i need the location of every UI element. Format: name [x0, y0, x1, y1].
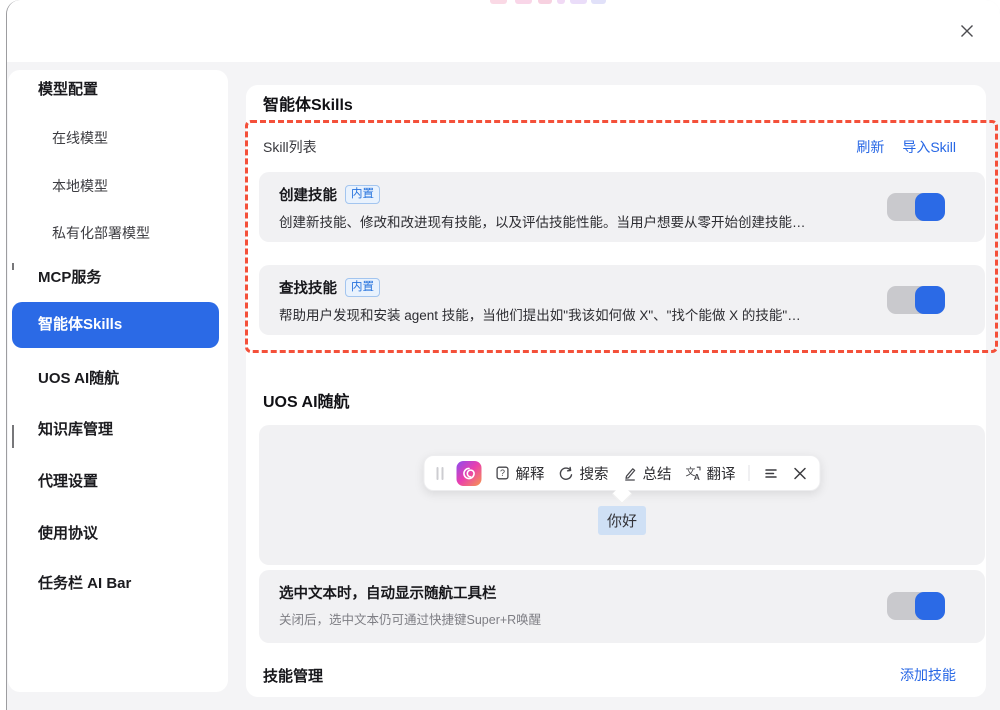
svg-text:A: A: [694, 472, 700, 482]
skill-toggle-find[interactable]: [887, 286, 945, 314]
builtin-badge: 内置: [345, 278, 380, 298]
sidebar-item-taskbar-ai-bar[interactable]: 任务栏 AI Bar: [38, 572, 131, 596]
skill-description: 帮助用户发现和安装 agent 技能，当他们提出如"我该如何做 X"、"找个能做…: [279, 304, 875, 324]
summarize-button[interactable]: 总结: [622, 463, 672, 484]
auto-show-title: 选中文本时，自动显示随航工具栏: [279, 582, 497, 603]
sidebar-item-proxy-settings[interactable]: 代理设置: [38, 470, 98, 494]
skill-toggle-create[interactable]: [887, 193, 945, 221]
sidebar-item-user-agreement[interactable]: 使用协议: [38, 522, 98, 546]
skill-card-find: 查找技能 内置 帮助用户发现和安装 agent 技能，当他们提出如"我该如何做 …: [259, 265, 985, 335]
toggle-thumb: [915, 286, 945, 314]
background-window-edge-mark: [12, 425, 14, 448]
add-skill-link[interactable]: 添加技能: [900, 665, 956, 685]
dialog-titlebar: [7, 0, 1000, 62]
hamburger-menu-icon[interactable]: [763, 465, 780, 482]
sidebar-item-mcp-service[interactable]: MCP服务: [38, 266, 101, 290]
auto-show-toggle[interactable]: [887, 592, 945, 620]
auto-show-subtitle: 关闭后，选中文本仍可通过快捷键Super+R唤醒: [279, 609, 541, 628]
toolbar-divider: [749, 465, 750, 481]
explain-button[interactable]: ? 解释: [495, 463, 545, 484]
companion-preview-card: ? 解释 搜索 总结 文: [259, 425, 985, 565]
translate-icon: 文A: [685, 465, 702, 482]
sidebar-item-uos-ai-companion[interactable]: UOS AI随航: [38, 367, 119, 391]
skill-description: 创建新技能、修改和改进现有技能，以及评估技能性能。当用户想要从零开始创建技能…: [279, 211, 875, 231]
selected-demo-text: 你好: [598, 506, 646, 535]
search-button[interactable]: 搜索: [558, 463, 609, 484]
summarize-pencil-icon: [622, 465, 638, 481]
skill-manage-label: 技能管理: [263, 665, 323, 686]
skill-list-label: Skill列表: [263, 137, 317, 157]
builtin-badge: 内置: [345, 185, 380, 205]
auto-show-toolbar-card: 选中文本时，自动显示随航工具栏 关闭后，选中文本仍可通过快捷键Super+R唤醒: [259, 570, 985, 643]
toolbar-close-icon[interactable]: [793, 466, 808, 481]
sidebar-item-local-models[interactable]: 本地模型: [52, 174, 108, 198]
settings-dialog: 模型配置 在线模型 本地模型 私有化部署模型 MCP服务 智能体Skills U…: [6, 0, 1000, 710]
page-title: 智能体Skills: [263, 91, 353, 115]
companion-section-title: UOS AI随航: [263, 388, 350, 412]
translate-button[interactable]: 文A 翻译: [685, 463, 736, 484]
skill-title: 查找技能 内置: [279, 277, 380, 298]
clipped-gradient-text: [570, 0, 587, 4]
clipped-gradient-text: [538, 0, 552, 4]
drag-handle-icon[interactable]: [437, 467, 444, 480]
refresh-link[interactable]: 刷新: [856, 137, 884, 157]
settings-sidebar: 模型配置 在线模型 本地模型 私有化部署模型 MCP服务 智能体Skills U…: [8, 70, 228, 692]
uos-ai-logo-icon[interactable]: [457, 461, 482, 486]
svg-text:?: ?: [500, 468, 505, 478]
import-skill-link[interactable]: 导入Skill: [902, 137, 956, 157]
clipped-gradient-text: [515, 0, 532, 4]
skill-card-create: 创建技能 内置 创建新技能、修改和改进现有技能，以及评估技能性能。当用户想要从零…: [259, 172, 985, 242]
skill-title: 创建技能 内置: [279, 184, 380, 205]
sidebar-item-agent-skills[interactable]: 智能体Skills: [12, 302, 219, 348]
clipped-gradient-text: [557, 0, 565, 4]
toggle-thumb: [915, 592, 945, 620]
sidebar-item-knowledge-base[interactable]: 知识库管理: [38, 418, 113, 442]
background-window-edge-mark: [12, 263, 14, 270]
skill-list-header: Skill列表 刷新 导入Skill: [263, 135, 956, 159]
clipped-gradient-text: [591, 0, 606, 4]
sidebar-item-model-config[interactable]: 模型配置: [38, 78, 98, 102]
search-icon: [558, 465, 575, 482]
explain-question-box-icon: ?: [495, 465, 511, 481]
sidebar-item-private-models[interactable]: 私有化部署模型: [52, 221, 150, 245]
screen: 模型配置 在线模型 本地模型 私有化部署模型 MCP服务 智能体Skills U…: [0, 0, 1000, 710]
skill-manage-header: 技能管理 添加技能: [263, 663, 956, 687]
close-icon[interactable]: [956, 20, 978, 42]
toggle-thumb: [915, 193, 945, 221]
sidebar-item-online-models[interactable]: 在线模型: [52, 126, 108, 150]
clipped-gradient-text: [490, 0, 507, 4]
